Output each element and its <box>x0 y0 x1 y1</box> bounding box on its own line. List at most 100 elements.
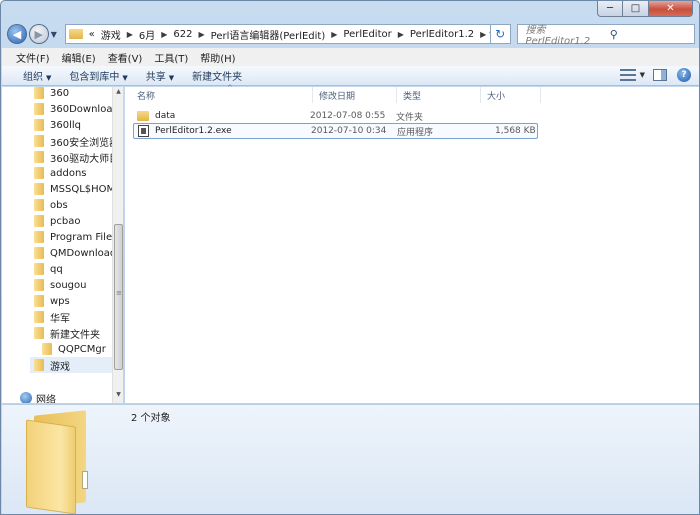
folder-icon <box>42 343 52 355</box>
scroll-up-arrow-icon[interactable]: ▲ <box>114 88 123 97</box>
menu-bar: 文件(F) 编辑(E) 查看(V) 工具(T) 帮助(H) <box>2 48 699 66</box>
tree-item-label: sougou <box>50 279 87 291</box>
tree-item-label: MSSQL$HOME <box>50 183 122 195</box>
view-options-dropdown[interactable]: ▼ <box>640 71 645 79</box>
forward-button[interactable]: ▶ <box>28 24 49 44</box>
file-name-cell: data <box>137 111 175 121</box>
minimize-button[interactable]: ─ <box>597 1 623 17</box>
chevron-down-icon: ▼ <box>122 74 128 82</box>
tree-item[interactable]: 360llq <box>34 117 81 133</box>
file-modified-cell: 2012-07-10 0:34 <box>311 126 387 136</box>
tree-item[interactable]: Program Files ( <box>34 229 123 245</box>
tree-item[interactable]: sougou <box>34 277 86 293</box>
help-icon[interactable]: ? <box>677 68 691 82</box>
chevron-right-icon[interactable]: ▶ <box>158 30 170 39</box>
folder-icon <box>34 231 44 243</box>
file-row-perleditor-exe[interactable]: PerlEditor1.2.exe 2012-07-10 0:34 应用程序 1… <box>133 123 538 139</box>
folder-icon <box>34 135 44 147</box>
file-list[interactable]: 名称 ^ 修改日期 类型 大小 data 2012-07-08 0:55 文件夹… <box>125 84 699 403</box>
file-row-data[interactable]: data 2012-07-08 0:55 文件夹 <box>133 108 538 124</box>
tree-item-label: 新建文件夹 <box>50 329 100 341</box>
close-button[interactable]: ✕ <box>649 1 693 17</box>
breadcrumb-item[interactable]: Perl语言编辑器(PerlEdit) <box>208 27 329 42</box>
folder-icon <box>34 327 44 339</box>
tree-item[interactable]: 360 <box>34 87 69 101</box>
tree-item[interactable]: pcbao <box>34 213 80 229</box>
scrollbar-thumb[interactable] <box>114 224 123 370</box>
menu-view[interactable]: 查看(V) <box>102 50 149 65</box>
folder-icon <box>34 167 44 179</box>
tree-item-label: wps <box>50 295 70 307</box>
tree-item[interactable]: 华军 <box>34 309 70 325</box>
folder-icon <box>34 103 44 115</box>
column-header-size[interactable]: 大小 <box>481 87 541 103</box>
explorer-window: ─ □ ✕ ◀ ▶ ▼ « 游戏 ▶ 6月 ▶ 622 ▶ Perl语言编辑器(… <box>0 0 700 515</box>
tree-item[interactable]: QQPCMgr <box>42 341 106 357</box>
tree-item-network[interactable]: 网络 <box>20 390 56 403</box>
folder-icon <box>34 247 44 259</box>
sort-arrow-icon: ^ <box>227 84 233 92</box>
chevron-down-icon: ▼ <box>46 74 52 82</box>
chevron-right-icon[interactable]: ▶ <box>124 30 136 39</box>
tree-item[interactable]: 360驱动大师目录 <box>34 149 123 165</box>
tree-item-label: 华军 <box>50 313 70 325</box>
arrow-left-icon: ◀ <box>12 27 22 41</box>
nav-pane-scrollbar[interactable]: ▲ ▼ <box>112 87 123 403</box>
search-icon[interactable]: ⚲ <box>610 28 694 41</box>
tree-item[interactable]: 360安全浏览器下 <box>34 133 123 149</box>
scroll-down-arrow-icon[interactable]: ▼ <box>114 391 123 400</box>
tree-item[interactable]: qq <box>34 261 63 277</box>
chevron-right-icon[interactable]: ▶ <box>477 30 489 39</box>
tree-item[interactable]: 360Downloads <box>34 101 123 117</box>
tree-item[interactable]: obs <box>34 197 68 213</box>
tree-item-label: addons <box>50 167 87 179</box>
address-bar[interactable]: « 游戏 ▶ 6月 ▶ 622 ▶ Perl语言编辑器(PerlEdit) ▶ … <box>64 24 491 44</box>
back-button[interactable]: ◀ <box>7 24 27 44</box>
tree-item[interactable]: 新建文件夹 <box>34 325 100 341</box>
tree-item[interactable]: MSSQL$HOME <box>34 181 121 197</box>
breadcrumb-overflow[interactable]: « <box>86 29 98 40</box>
chevron-right-icon[interactable]: ▶ <box>395 30 407 39</box>
column-header-modified[interactable]: 修改日期 <box>313 87 397 103</box>
tree-item[interactable]: 游戏 <box>30 357 112 373</box>
include-in-library-button[interactable]: 包含到库中 ▼ <box>60 68 136 83</box>
chevron-down-icon: ▼ <box>50 29 57 39</box>
folder-icon <box>34 215 44 227</box>
tree-item-label: 网络 <box>36 394 56 404</box>
item-count: 2 个对象 <box>131 413 171 424</box>
tree-item[interactable]: wps <box>34 293 70 309</box>
column-header-name[interactable]: 名称 ^ <box>131 84 313 103</box>
search-input[interactable]: 搜索 PerlEditor1.2 ⚲ <box>516 24 696 47</box>
chevron-right-icon[interactable]: ▶ <box>328 30 340 39</box>
chevron-right-icon[interactable]: ▶ <box>196 30 208 39</box>
change-view-icon[interactable] <box>619 68 636 82</box>
arrow-right-icon: ▶ <box>34 27 43 41</box>
column-header-type[interactable]: 类型 <box>397 87 481 103</box>
menu-help[interactable]: 帮助(H) <box>194 50 241 65</box>
breadcrumb-item[interactable]: PerlEditor <box>340 29 394 40</box>
recent-pages-button[interactable]: ▼ <box>51 30 61 39</box>
breadcrumb-item[interactable]: 6月 <box>136 27 158 42</box>
organize-button[interactable]: 组织 ▼ <box>14 68 60 83</box>
tree-item[interactable]: addons <box>34 165 87 181</box>
folder-icon <box>34 199 44 211</box>
share-button[interactable]: 共享 ▼ <box>137 68 183 83</box>
refresh-button[interactable]: ↻ <box>490 24 511 44</box>
file-type-cell: 应用程序 <box>397 127 434 138</box>
file-modified-cell: 2012-07-08 0:55 <box>310 111 386 121</box>
menu-tools[interactable]: 工具(T) <box>148 50 194 65</box>
maximize-button[interactable]: □ <box>623 1 649 17</box>
preview-pane-icon[interactable] <box>653 69 667 81</box>
refresh-icon: ↻ <box>495 27 506 41</box>
menu-file[interactable]: 文件(F) <box>10 50 56 65</box>
new-folder-button[interactable]: 新建文件夹 <box>183 68 251 83</box>
folder-icon <box>34 151 44 163</box>
breadcrumb-item[interactable]: 游戏 <box>98 27 124 42</box>
breadcrumb-item[interactable]: 622 <box>170 29 195 40</box>
menu-edit[interactable]: 编辑(E) <box>56 50 102 65</box>
folder-icon <box>68 29 83 39</box>
tree-item[interactable]: QMDownload <box>34 245 116 261</box>
navigation-pane[interactable]: 360 360Downloads 360llq 360安全浏览器下 360驱动大师目录 a… <box>2 87 123 403</box>
folder-icon <box>137 111 149 121</box>
breadcrumb-item[interactable]: PerlEditor1.2 <box>407 29 477 40</box>
